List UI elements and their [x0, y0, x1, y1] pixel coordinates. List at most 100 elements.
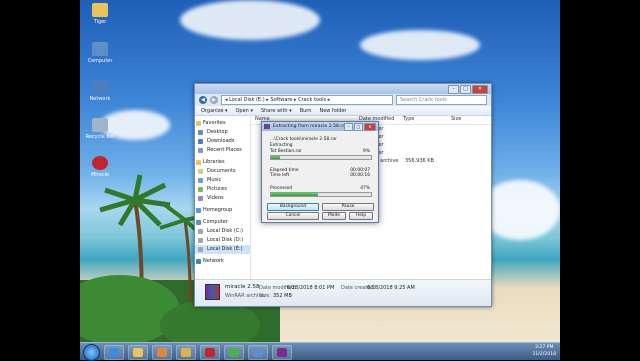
- nav-item[interactable]: Music: [195, 176, 250, 185]
- address-bar-row: ◀ ▶ ◂ Local Disk (E:) ▸ Software ▸ Crack…: [195, 94, 491, 106]
- remaining-value: 00:00:16: [350, 173, 370, 178]
- nav-item-label: Homegroup: [203, 207, 232, 213]
- desktop-icon-label: Network: [90, 96, 111, 102]
- system-clock[interactable]: 3:27 PM 11/2/2018: [532, 344, 556, 358]
- taskbar-control-panel[interactable]: [248, 345, 268, 360]
- taskbar: 3:27 PM 11/2/2018: [80, 342, 560, 360]
- nav-item[interactable]: Pictures: [195, 185, 250, 194]
- nav-item-icon: [198, 229, 203, 234]
- nav-item-icon: [196, 220, 201, 225]
- nav-item-label: Libraries: [203, 159, 225, 165]
- app-desktop-icon[interactable]: Miracle: [80, 156, 120, 178]
- nav-item-label: Documents: [207, 168, 236, 174]
- file-progress-bar: [270, 155, 372, 160]
- taskbar-chrome[interactable]: [224, 345, 244, 360]
- winrar-icon: [277, 348, 287, 357]
- close-icon[interactable]: ✕: [364, 123, 376, 131]
- open-button[interactable]: Open ▾: [236, 108, 253, 114]
- nav-item-icon: [198, 187, 203, 192]
- nav-item[interactable]: Computer: [195, 218, 250, 227]
- clock-time: 3:27 PM: [532, 344, 556, 351]
- explorer-titlebar[interactable]: – □ ✕: [195, 84, 491, 94]
- nav-item-icon: [196, 208, 201, 213]
- minimize-icon[interactable]: –: [448, 85, 459, 94]
- nav-item-label: Desktop: [207, 129, 228, 135]
- nav-item-label: Recent Places: [207, 147, 242, 153]
- nav-item[interactable]: Documents: [195, 167, 250, 176]
- nav-item-icon: [196, 160, 201, 165]
- minimize-icon[interactable]: –: [344, 123, 353, 131]
- archive-path: ...\Crack tools\miracle 2.58.rar: [270, 137, 337, 142]
- address-bar[interactable]: ◂ Local Disk (E:) ▸ Software ▸ Crack too…: [221, 95, 393, 105]
- share-with-button[interactable]: Share with ▾: [261, 108, 292, 114]
- cancel-button[interactable]: Cancel: [267, 212, 319, 220]
- close-icon[interactable]: ✕: [472, 85, 488, 94]
- nav-item[interactable]: Favorites: [195, 119, 250, 128]
- nav-item-label: Pictures: [207, 186, 227, 192]
- start-button[interactable]: [83, 344, 100, 361]
- nav-item-icon: [198, 139, 203, 144]
- details-size-label: Size:: [259, 293, 271, 299]
- nav-item[interactable]: Recent Places: [195, 146, 250, 155]
- desktop-icon-label: Miracle: [91, 172, 109, 178]
- nav-item[interactable]: Local Disk (C:): [195, 227, 250, 236]
- taskbar-ie[interactable]: [104, 345, 124, 360]
- background-button[interactable]: Background: [267, 203, 319, 211]
- forward-icon[interactable]: ▶: [210, 96, 218, 104]
- recycle-bin-desktop-icon[interactable]: Recycle Bin: [80, 118, 120, 140]
- desktop-icon-label: Computer: [88, 58, 113, 64]
- new-folder-button[interactable]: New folder: [319, 108, 346, 114]
- folder-desktop-icon[interactable]: Tiger: [80, 3, 120, 25]
- desktop-icon-label: Tiger: [94, 19, 107, 25]
- search-input[interactable]: Search Crack tools: [396, 95, 487, 105]
- back-icon[interactable]: ◀: [199, 96, 207, 104]
- dialog-titlebar[interactable]: Extracting from miracle 2.58.rar – □ ✕: [262, 122, 378, 131]
- nav-item[interactable]: Homegroup: [195, 206, 250, 215]
- miracle-icon: [205, 348, 215, 357]
- maximize-icon[interactable]: □: [460, 85, 471, 94]
- details-date-created: 6/28/2018 9:25 AM: [367, 285, 415, 291]
- remaining-label: Time left: [270, 173, 289, 178]
- column-type[interactable]: Type: [399, 115, 447, 124]
- desktop-icon-label: Recycle Bin: [86, 134, 115, 140]
- cell-size: 356,936 KB: [405, 157, 434, 165]
- nav-item[interactable]: Libraries: [195, 158, 250, 167]
- winrar-icon: [264, 124, 270, 129]
- recycle-bin-icon: [92, 118, 108, 132]
- mode-button[interactable]: Mode: [322, 212, 346, 220]
- winrar-archive-icon: [205, 284, 220, 300]
- media-player-icon: [157, 348, 167, 357]
- nav-item[interactable]: Network: [195, 257, 250, 266]
- operation-label: Extracting: [270, 143, 293, 148]
- extract-dialog: Extracting from miracle 2.58.rar – □ ✕ .…: [261, 121, 379, 223]
- maximize-icon[interactable]: □: [354, 123, 363, 131]
- help-button[interactable]: Help: [349, 212, 373, 220]
- taskbar-explorer[interactable]: [128, 345, 148, 360]
- organize-button[interactable]: Organize ▾: [201, 108, 228, 114]
- nav-item[interactable]: Local Disk (D:): [195, 236, 250, 245]
- details-filename: miracle 2.58: [225, 284, 259, 290]
- nav-item[interactable]: Desktop: [195, 128, 250, 137]
- chrome-icon: [229, 348, 239, 357]
- pause-button[interactable]: Pause: [322, 203, 374, 211]
- taskbar-paint[interactable]: [176, 345, 196, 360]
- taskbar-miracle[interactable]: [200, 345, 220, 360]
- file-progress-fill: [271, 156, 280, 159]
- nav-item-icon: [198, 148, 203, 153]
- column-size[interactable]: Size: [447, 115, 491, 124]
- processed-percent: 47%: [360, 186, 370, 191]
- taskbar-winrar[interactable]: [272, 345, 292, 360]
- cloud: [480, 180, 560, 240]
- total-progress-bar: [270, 192, 372, 197]
- nav-item[interactable]: Videos: [195, 194, 250, 203]
- computer-desktop-icon[interactable]: Computer: [80, 42, 120, 64]
- nav-item[interactable]: Downloads: [195, 137, 250, 146]
- network-desktop-icon[interactable]: Network: [80, 80, 120, 102]
- paint-icon: [181, 348, 191, 357]
- nav-item-icon: [198, 178, 203, 183]
- taskbar-media-player[interactable]: [152, 345, 172, 360]
- nav-item[interactable]: Local Disk (E:): [195, 245, 250, 254]
- computer-icon: [92, 42, 108, 56]
- clock-date: 11/2/2018: [532, 351, 556, 358]
- burn-button[interactable]: Burn: [300, 108, 312, 114]
